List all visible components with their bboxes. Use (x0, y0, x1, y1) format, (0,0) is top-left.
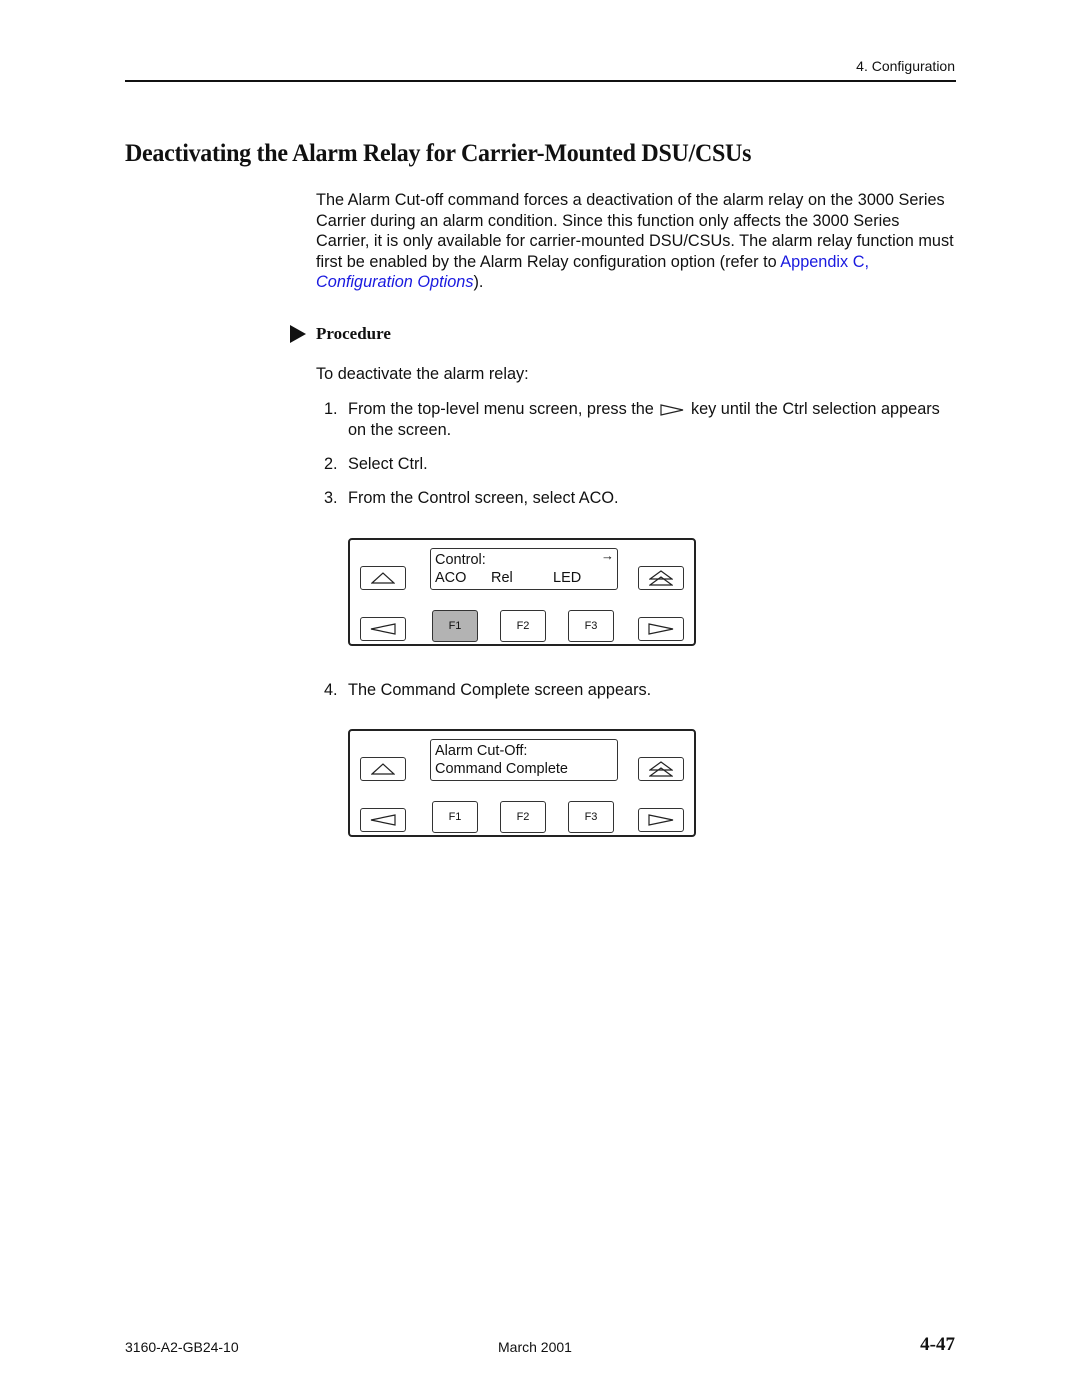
section-title: Deactivating the Alarm Relay for Carrier… (125, 140, 752, 167)
step-number: 2. (324, 455, 338, 473)
lcd-option-rel: Rel (491, 570, 513, 586)
lcd-line-1: Control: (435, 552, 486, 568)
procedure-lead: To deactivate the alarm relay: (316, 365, 529, 383)
f3-key[interactable]: F3 (568, 801, 614, 833)
procedure-arrow-icon (290, 325, 306, 343)
intro-suffix: ). (473, 273, 484, 292)
header-rule (125, 80, 956, 82)
lcd-option-led: LED (553, 570, 582, 586)
lcd-display: Control: ACO Rel LED → (430, 548, 618, 590)
front-panel-control: Control: ACO Rel LED → F1 F2 F3 (348, 538, 696, 646)
double-up-arrow-icon (649, 570, 673, 586)
link-italic: Configuration Options (316, 273, 474, 292)
procedure-heading: Procedure (290, 324, 391, 344)
running-head: 4. Configuration (856, 58, 955, 74)
footer-doc-number: 3160-A2-GB24-10 (125, 1339, 239, 1355)
up-arrow-icon (371, 763, 395, 775)
f2-key[interactable]: F2 (500, 610, 546, 642)
top-menu-key[interactable] (638, 757, 684, 781)
step-1: 1. From the top-level menu screen, press… (324, 399, 944, 440)
front-panel-command-complete: Alarm Cut-Off: Command Complete F1 F2 F3 (348, 729, 696, 837)
step-number: 1. (324, 400, 338, 418)
f1-key[interactable]: F1 (432, 610, 478, 642)
step-text: From the Control screen, select ACO. (348, 489, 619, 507)
lcd-line-2: ACO Rel LED (435, 569, 617, 587)
left-arrow-key[interactable] (360, 617, 406, 641)
right-arrow-icon (648, 814, 674, 826)
up-arrow-key[interactable] (360, 757, 406, 781)
step-3: 3. From the Control screen, select ACO. (324, 488, 944, 509)
footer-date: March 2001 (498, 1339, 572, 1355)
left-arrow-icon (370, 623, 396, 635)
right-arrow-key-icon (660, 403, 684, 416)
step-text: From the top-level menu screen, press th… (348, 399, 944, 440)
lcd-line-1: Alarm Cut-Off: (435, 743, 528, 759)
up-arrow-key[interactable] (360, 566, 406, 590)
lcd-line-2: Command Complete (435, 761, 568, 777)
left-arrow-key[interactable] (360, 808, 406, 832)
intro-paragraph: The Alarm Cut-off command forces a deact… (316, 190, 956, 293)
f2-key[interactable]: F2 (500, 801, 546, 833)
step-number: 3. (324, 489, 338, 507)
right-arrow-key[interactable] (638, 808, 684, 832)
step-number: 4. (324, 681, 338, 699)
step-text-before: From the top-level menu screen, press th… (348, 400, 654, 418)
right-arrow-icon (648, 623, 674, 635)
left-arrow-icon (370, 814, 396, 826)
step-4: 4. The Command Complete screen appears. (324, 680, 944, 701)
lcd-option-aco: ACO (435, 570, 467, 586)
step-text: Select Ctrl. (348, 455, 428, 473)
double-up-arrow-icon (649, 761, 673, 777)
procedure-label: Procedure (316, 324, 391, 343)
step-text: The Command Complete screen appears. (348, 681, 652, 699)
step-2: 2. Select Ctrl. (324, 454, 944, 475)
link-prefix: Appendix C, (780, 252, 869, 271)
lcd-display: Alarm Cut-Off: Command Complete (430, 739, 618, 781)
scroll-right-indicator-icon: → (601, 548, 614, 563)
f3-key[interactable]: F3 (568, 610, 614, 642)
top-menu-key[interactable] (638, 566, 684, 590)
right-arrow-key[interactable] (638, 617, 684, 641)
page-number: 4-47 (920, 1334, 955, 1355)
up-arrow-icon (371, 572, 395, 584)
f1-key[interactable]: F1 (432, 801, 478, 833)
